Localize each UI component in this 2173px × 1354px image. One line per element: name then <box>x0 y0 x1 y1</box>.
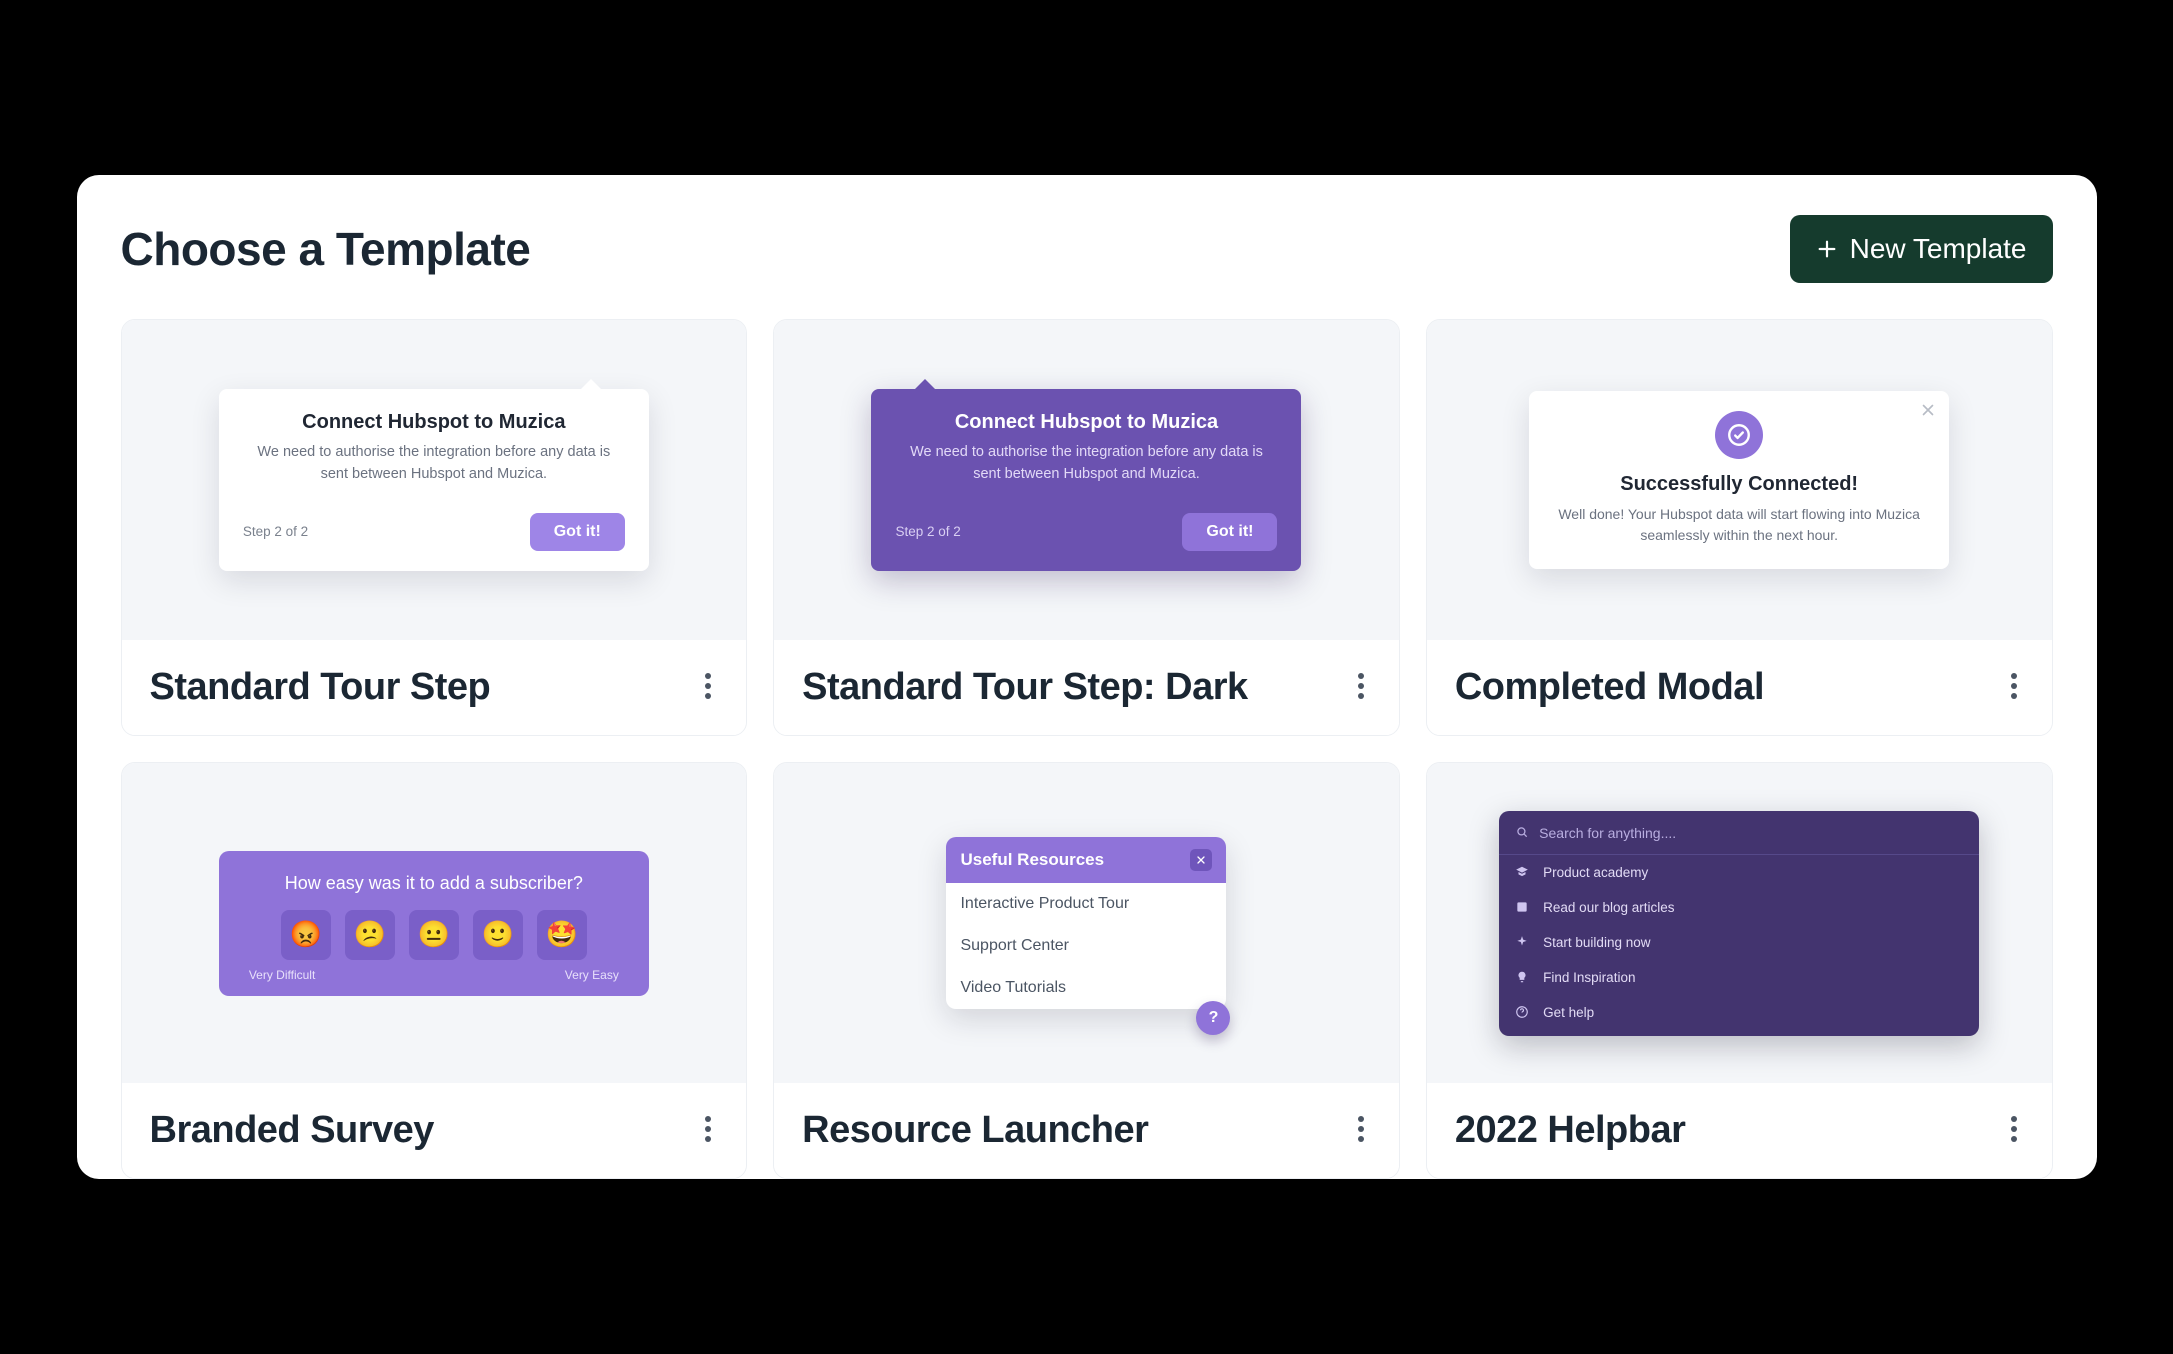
template-card-2022-helpbar[interactable]: Search for anything.... Product academy … <box>1426 762 2053 1179</box>
template-card-resource-launcher[interactable]: Useful Resources Interactive Product Tou… <box>773 762 1400 1179</box>
tourstep-heading: Connect Hubspot to Muzica <box>243 411 625 434</box>
template-card-branded-survey[interactable]: How easy was it to add a subscriber? 😡 😕… <box>121 762 748 1179</box>
card-title: Branded Survey <box>150 1109 434 1152</box>
card-preview: Connect Hubspot to Muzica We need to aut… <box>774 320 1399 640</box>
survey-label-right: Very Easy <box>565 968 619 982</box>
helpbar-row[interactable]: Start building now <box>1499 925 1979 960</box>
modal-heading: Successfully Connected! <box>1553 473 1925 496</box>
plus-icon <box>1816 238 1838 260</box>
template-card-standard-tour-step-dark[interactable]: Connect Hubspot to Muzica We need to aut… <box>773 319 1400 736</box>
modal-body: Well done! Your Hubspot data will start … <box>1553 504 1925 545</box>
helpbar-search-placeholder: Search for anything.... <box>1539 825 1676 841</box>
tooltip-caret-icon <box>915 379 935 389</box>
new-template-label: New Template <box>1850 233 2027 265</box>
helpbar-widget: Search for anything.... Product academy … <box>1499 811 1979 1036</box>
more-vertical-icon <box>1357 1115 1365 1146</box>
tourstep-cta-button[interactable]: Got it! <box>530 513 625 551</box>
card-menu-button[interactable] <box>698 1109 718 1152</box>
helpbar-row-label: Product academy <box>1543 865 1648 880</box>
card-title: Standard Tour Step: Dark <box>802 666 1247 709</box>
tourstep-step-label: Step 2 of 2 <box>895 524 960 539</box>
more-vertical-icon <box>1357 672 1365 703</box>
helpbar-row[interactable]: Read our blog articles <box>1499 890 1979 925</box>
more-vertical-icon <box>2010 672 2018 703</box>
card-preview: Useful Resources Interactive Product Tou… <box>774 763 1399 1083</box>
sparkle-icon <box>1515 935 1531 949</box>
tourstep-dark: Connect Hubspot to Muzica We need to aut… <box>871 389 1301 570</box>
survey-option-3[interactable]: 😐 <box>409 910 459 960</box>
survey-label-left: Very Difficult <box>249 968 315 982</box>
card-title: 2022 Helpbar <box>1455 1109 1686 1152</box>
tourstep-heading: Connect Hubspot to Muzica <box>895 411 1277 434</box>
card-menu-button[interactable] <box>698 666 718 709</box>
card-menu-button[interactable] <box>1351 1109 1371 1152</box>
card-preview: How easy was it to add a subscriber? 😡 😕… <box>122 763 747 1083</box>
tourstep-step-label: Step 2 of 2 <box>243 524 308 539</box>
help-circle-icon <box>1515 1005 1531 1019</box>
template-card-completed-modal[interactable]: Successfully Connected! Well done! Your … <box>1426 319 2053 736</box>
helpbar-search[interactable]: Search for anything.... <box>1499 821 1979 855</box>
card-menu-button[interactable] <box>2004 1109 2024 1152</box>
tooltip-caret-icon <box>581 379 601 389</box>
card-menu-button[interactable] <box>1351 666 1371 709</box>
template-chooser-panel: Choose a Template New Template Connect H… <box>77 175 2097 1179</box>
survey-option-5[interactable]: 🤩 <box>537 910 587 960</box>
lightbulb-icon <box>1515 970 1531 984</box>
completed-modal: Successfully Connected! Well done! Your … <box>1529 391 1949 569</box>
resource-item[interactable]: Interactive Product Tour <box>946 883 1226 925</box>
helpbar-row[interactable]: Get help <box>1499 995 1979 1030</box>
close-icon[interactable] <box>1919 401 1937 424</box>
survey-option-2[interactable]: 😕 <box>345 910 395 960</box>
helpbar-row-label: Read our blog articles <box>1543 900 1674 915</box>
more-vertical-icon <box>2010 1115 2018 1146</box>
survey-widget: How easy was it to add a subscriber? 😡 😕… <box>219 851 649 996</box>
template-card-standard-tour-step[interactable]: Connect Hubspot to Muzica We need to aut… <box>121 319 748 736</box>
survey-emoji-row: 😡 😕 😐 🙂 🤩 <box>241 910 627 960</box>
success-check-icon <box>1715 411 1763 459</box>
survey-question: How easy was it to add a subscriber? <box>241 873 627 894</box>
more-vertical-icon <box>704 672 712 703</box>
card-title: Completed Modal <box>1455 666 1764 709</box>
helpbar-row[interactable]: Product academy <box>1499 855 1979 890</box>
tourstep-cta-button[interactable]: Got it! <box>1182 513 1277 551</box>
survey-option-1[interactable]: 😡 <box>281 910 331 960</box>
card-preview: Connect Hubspot to Muzica We need to aut… <box>122 320 747 640</box>
survey-option-4[interactable]: 🙂 <box>473 910 523 960</box>
resource-item[interactable]: Support Center <box>946 925 1226 967</box>
resource-item[interactable]: Video Tutorials <box>946 967 1226 1009</box>
header-row: Choose a Template New Template <box>121 215 2053 283</box>
template-grid: Connect Hubspot to Muzica We need to aut… <box>121 319 2053 1179</box>
helpbar-row-label: Find Inspiration <box>1543 970 1635 985</box>
helpbar-row[interactable]: Find Inspiration <box>1499 960 1979 995</box>
close-icon[interactable] <box>1190 849 1212 871</box>
graduation-cap-icon <box>1515 865 1531 879</box>
helpbar-row-label: Get help <box>1543 1005 1594 1020</box>
page-title: Choose a Template <box>121 222 531 276</box>
resource-launcher-widget: Useful Resources Interactive Product Tou… <box>946 837 1226 1009</box>
article-icon <box>1515 900 1531 914</box>
card-preview: Search for anything.... Product academy … <box>1427 763 2052 1083</box>
card-preview: Successfully Connected! Well done! Your … <box>1427 320 2052 640</box>
search-icon <box>1515 825 1529 842</box>
tourstep-body: We need to authorise the integration bef… <box>895 442 1277 484</box>
help-fab-icon[interactable]: ? <box>1196 1001 1230 1035</box>
resource-launcher-heading: Useful Resources <box>960 850 1104 870</box>
helpbar-row-label: Start building now <box>1543 935 1650 950</box>
tourstep-light: Connect Hubspot to Muzica We need to aut… <box>219 389 649 570</box>
card-title: Standard Tour Step <box>150 666 491 709</box>
tourstep-body: We need to authorise the integration bef… <box>243 442 625 484</box>
new-template-button[interactable]: New Template <box>1790 215 2053 283</box>
card-menu-button[interactable] <box>2004 666 2024 709</box>
more-vertical-icon <box>704 1115 712 1146</box>
card-title: Resource Launcher <box>802 1109 1148 1152</box>
